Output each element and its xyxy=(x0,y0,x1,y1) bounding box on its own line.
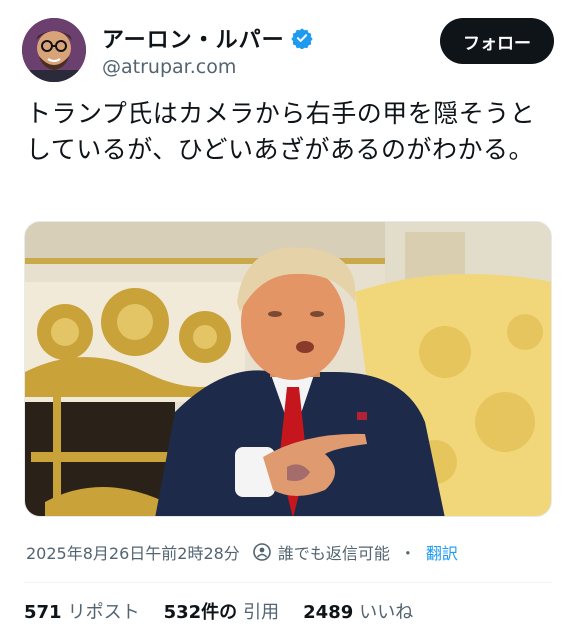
likes-label: いいね xyxy=(359,602,414,623)
reply-setting-icon xyxy=(252,542,272,562)
reposts-stat[interactable]: 571 リポスト xyxy=(24,598,140,624)
tweet-text: トランプ氏はカメラから右手の甲を隠そうとしているが、ひどいあざがあるのがわかる。 xyxy=(26,99,536,164)
quotes-stat[interactable]: 532件の 引用 xyxy=(164,598,280,624)
author-name[interactable]: アーロン・ルパー xyxy=(102,22,285,54)
quotes-label: 引用 xyxy=(243,602,280,623)
reply-setting-text: 誰でも返信可能 xyxy=(277,544,390,563)
tweet-header: アーロン・ルパー @atrupar.com フォロー xyxy=(22,18,554,82)
avatar[interactable] xyxy=(22,18,86,82)
divider xyxy=(24,582,552,583)
timestamp[interactable]: 2025年8月26日午前2時28分 xyxy=(26,540,240,564)
author-handle[interactable]: @atrupar.com xyxy=(102,56,236,78)
verified-badge-icon xyxy=(291,27,313,50)
quotes-count: 532件の xyxy=(163,602,238,623)
reposts-label: リポスト xyxy=(67,602,140,623)
meta-separator: ・ xyxy=(399,544,416,563)
tweet-media-image[interactable] xyxy=(24,221,552,517)
follow-button[interactable]: フォロー xyxy=(440,18,554,64)
likes-count: 2489 xyxy=(303,602,354,623)
tweet-meta: 2025年8月26日午前2時28分 誰でも返信可能 ・ 翻訳 xyxy=(26,540,458,564)
likes-stat[interactable]: 2489 いいね xyxy=(303,598,413,624)
author-name-row[interactable]: アーロン・ルパー xyxy=(102,22,313,54)
translate-link[interactable]: 翻訳 xyxy=(426,540,458,564)
engagement-stats: 571 リポスト 532件の 引用 2489 いいね xyxy=(24,598,437,624)
reposts-count: 571 xyxy=(24,602,62,623)
